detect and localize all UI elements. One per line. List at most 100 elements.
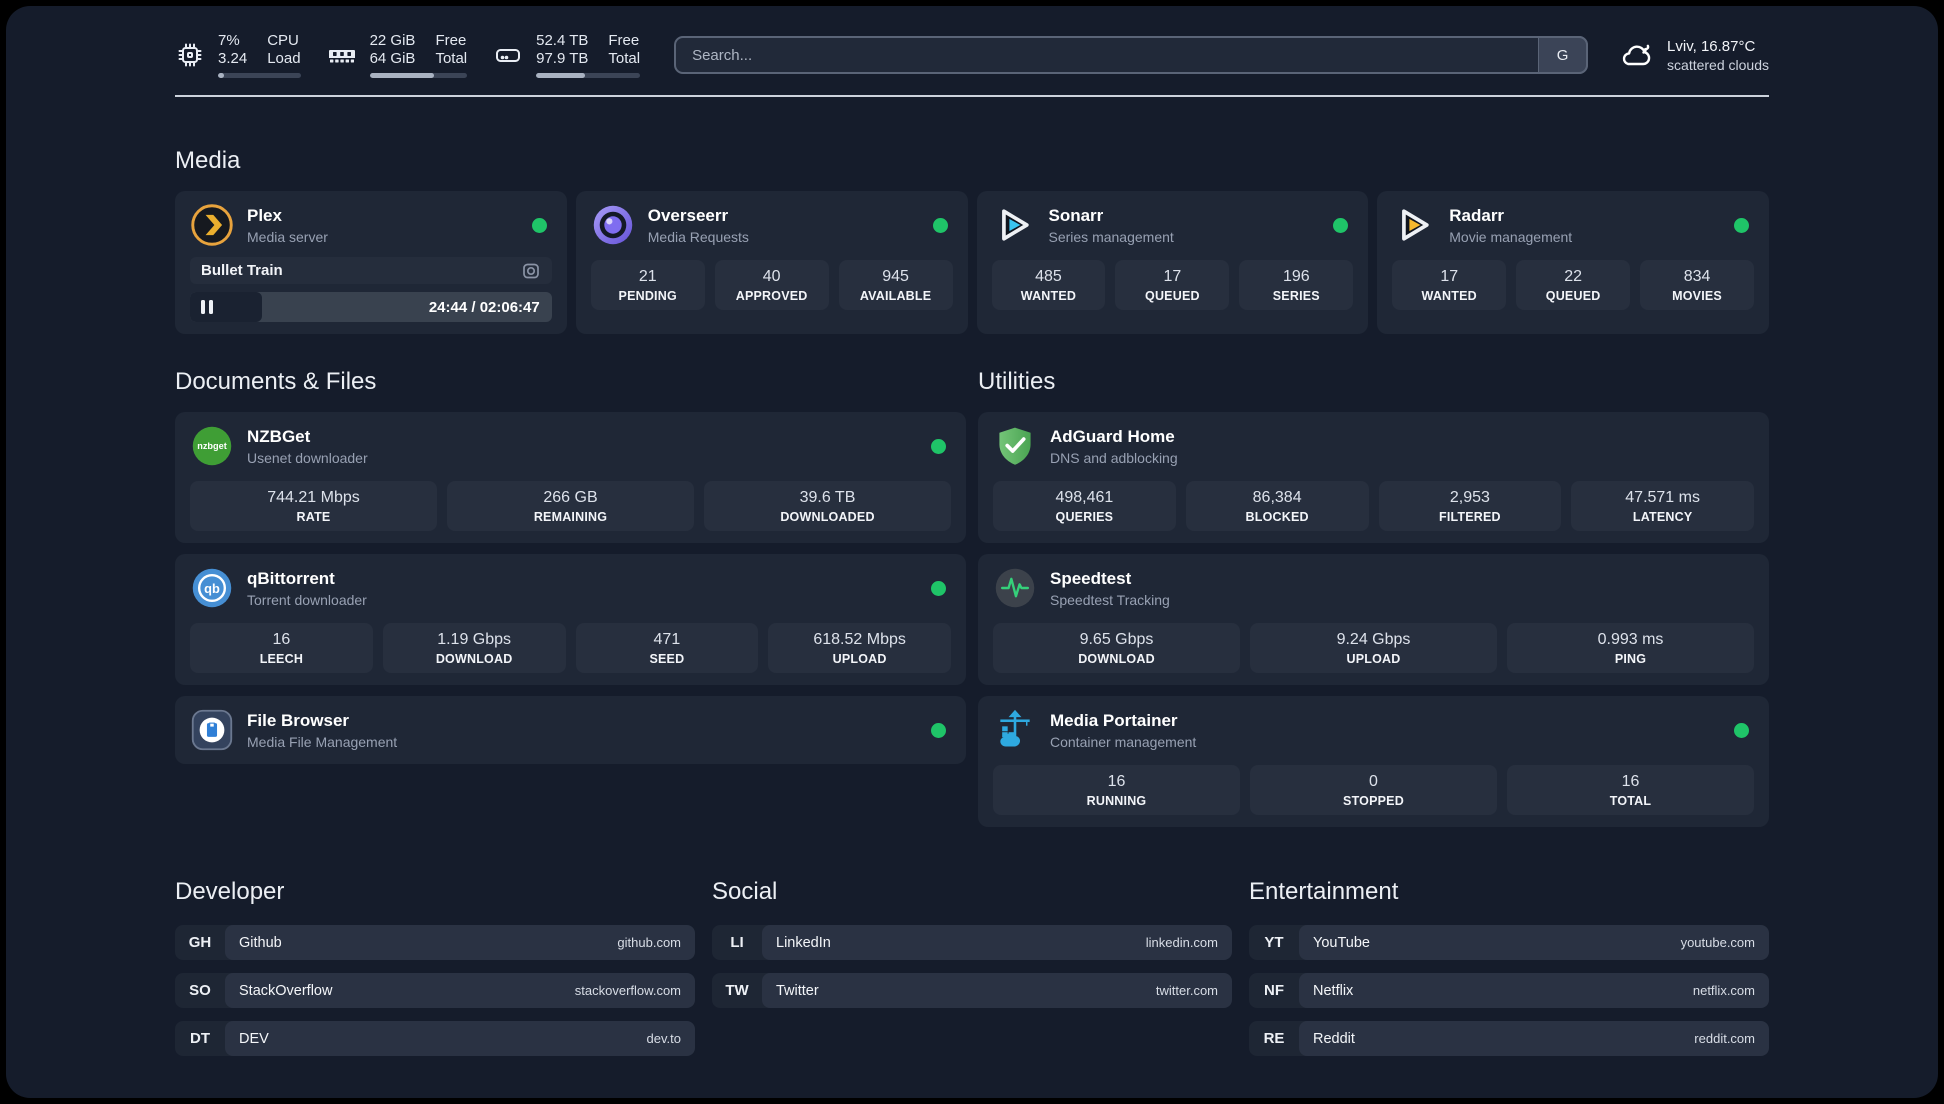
stat-label: BLOCKED — [1245, 510, 1309, 524]
stat-tile: 498,461 QUERIES — [993, 481, 1176, 531]
stat-label: SERIES — [1272, 289, 1320, 303]
app-name: NZBGet — [247, 426, 311, 446]
stat-label: TOTAL — [1609, 794, 1652, 808]
plex-card[interactable]: Plex Media server Bullet Train 24:44 / 0… — [175, 191, 567, 334]
memory-total: 64 GiB — [369, 50, 416, 67]
pause-icon[interactable] — [201, 300, 213, 314]
sonarr-card[interactable]: Sonarr Series management 485 WANTED 17 Q… — [976, 191, 1369, 334]
bookmark-github[interactable]: GH Github github.com — [175, 925, 695, 960]
stat-label: UPLOAD — [1346, 652, 1401, 666]
stat-label: LEECH — [259, 652, 304, 666]
stat-tile: 0 STOPPED — [1250, 765, 1497, 815]
playback-progress-bar[interactable]: 24:44 / 02:06:47 — [190, 292, 552, 322]
media-section: Plex Media server Bullet Train 24:44 / 0… — [175, 191, 1769, 334]
bookmark-twitter[interactable]: TW Twitter twitter.com — [712, 973, 1232, 1008]
nzbget-icon: nzbget — [192, 426, 232, 466]
session-screen-icon — [522, 263, 539, 278]
cpu-icon — [178, 43, 202, 67]
adguard-card[interactable]: AdGuard Home DNS and adblocking 498,461 … — [978, 412, 1769, 543]
social-section-title: Social — [712, 878, 778, 905]
status-dot-online — [931, 722, 946, 738]
bookmark-url: netflix.com — [1692, 983, 1755, 998]
radarr-card[interactable]: Radarr Movie management 17 WANTED 22 QUE… — [1377, 191, 1769, 334]
cpu-load: 3.24 — [218, 50, 248, 67]
load-label: Load — [267, 50, 301, 67]
stat-tile: 2,953 FILTERED — [1378, 481, 1562, 531]
stat-value: 22 — [1564, 268, 1583, 285]
stat-tile: 21 PENDING — [590, 260, 705, 310]
bookmark-netflix[interactable]: NF Netflix netflix.com — [1249, 973, 1769, 1008]
stat-value: 834 — [1683, 268, 1711, 285]
stat-label: APPROVED — [735, 289, 808, 303]
stat-tile: 266 GB REMAINING — [447, 481, 694, 531]
stat-value: 86,384 — [1252, 489, 1302, 506]
app-desc: Media Requests — [647, 228, 749, 245]
stat-label: REMAINING — [533, 510, 608, 524]
stat-tile: 196 SERIES — [1239, 260, 1354, 310]
app-name: Radarr — [1449, 205, 1505, 225]
stat-tile: 39.6 TB DOWNLOADED — [704, 481, 951, 531]
media-section-title: Media — [175, 147, 241, 174]
disk-labels: Free Total — [608, 32, 640, 68]
radarr-icon — [1402, 209, 1429, 241]
stat-value: 0.993 ms — [1597, 631, 1664, 648]
stat-value: 9.24 Gbps — [1336, 631, 1411, 648]
app-name: File Browser — [247, 710, 350, 730]
stat-tile: 485 WANTED — [991, 260, 1106, 310]
bookmark-url: youtube.com — [1680, 935, 1755, 950]
overseerr-card[interactable]: Overseerr Media Requests 21 PENDING 40 A… — [575, 191, 968, 334]
bookmark-reddit[interactable]: RE Reddit reddit.com — [1249, 1021, 1769, 1056]
documents-column: Documents & Files nzbget NZBGet Usenet d… — [175, 368, 966, 838]
search-input[interactable] — [674, 36, 1589, 74]
stat-label: DOWNLOADED — [780, 510, 875, 524]
speedtest-card[interactable]: Speedtest Speedtest Tracking 9.65 Gbps D… — [978, 554, 1769, 685]
search-engine-label: G — [1556, 46, 1569, 64]
stat-tile: 17 QUEUED — [1115, 260, 1230, 310]
bookmark-name: LinkedIn — [776, 934, 831, 951]
filebrowser-card[interactable]: File Browser Media File Management — [175, 696, 966, 764]
bookmark-name: StackOverflow — [239, 982, 333, 999]
developer-column: Developer GH Github github.com SO StackO… — [175, 878, 695, 1069]
app-name: Sonarr — [1048, 205, 1104, 225]
memory-progress-fill — [369, 73, 434, 78]
stat-tile: 16 LEECH — [190, 623, 373, 673]
app-desc: Media server — [247, 228, 328, 245]
search-engine-button[interactable]: G — [1538, 36, 1589, 74]
free-label: Free — [608, 32, 640, 49]
bookmark-name: Reddit — [1313, 1030, 1355, 1047]
stat-value: 9.65 Gbps — [1079, 631, 1154, 648]
stat-value: 0 — [1369, 773, 1378, 790]
stat-tile: 16 RUNNING — [993, 765, 1240, 815]
stat-label: DOWNLOAD — [1078, 652, 1155, 666]
disk-total: 97.9 TB — [536, 50, 589, 67]
nzbget-card[interactable]: nzbget NZBGet Usenet downloader 744.21 M… — [175, 412, 966, 543]
app-desc: Movie management — [1449, 228, 1573, 245]
app-name: Speedtest — [1050, 568, 1132, 588]
bookmark-linkedin[interactable]: LI LinkedIn linkedin.com — [712, 925, 1232, 960]
app-desc: Speedtest Tracking — [1050, 591, 1170, 608]
portainer-card[interactable]: Media Portainer Container management 16 … — [978, 696, 1769, 827]
status-dot-online — [932, 217, 948, 233]
status-dot-online — [1734, 217, 1749, 233]
bookmark-url: dev.to — [646, 1031, 681, 1046]
playback-time: 24:44 / 02:06:47 — [428, 298, 540, 316]
stat-value: 16 — [272, 631, 291, 648]
filebrowser-icon — [191, 709, 233, 751]
search-bar: G — [674, 36, 1589, 74]
bookmark-youtube[interactable]: YT YouTube youtube.com — [1249, 925, 1769, 960]
bookmark-abbr: SO — [189, 982, 211, 999]
cpu-label: CPU — [267, 32, 299, 49]
qbittorrent-card[interactable]: qb qBittorrent Torrent downloader 16 LEE… — [175, 554, 966, 685]
bookmark-stackoverflow[interactable]: SO StackOverflow stackoverflow.com — [175, 973, 695, 1008]
bookmark-name: Github — [239, 934, 282, 951]
bookmark-name: Twitter — [776, 982, 819, 999]
svg-text:qb: qb — [204, 581, 220, 596]
plex-icon — [191, 204, 233, 246]
app-desc: Media File Management — [247, 733, 398, 750]
stat-value: 485 — [1035, 268, 1062, 285]
cpu-values: 7% 3.24 — [218, 32, 247, 68]
stat-tile: 9.65 Gbps DOWNLOAD — [993, 623, 1240, 673]
bookmark-dev[interactable]: DT DEV dev.to — [175, 1021, 695, 1056]
bookmark-abbr: LI — [730, 934, 744, 951]
social-column: Social LI LinkedIn linkedin.com TW Twitt… — [712, 878, 1232, 1069]
